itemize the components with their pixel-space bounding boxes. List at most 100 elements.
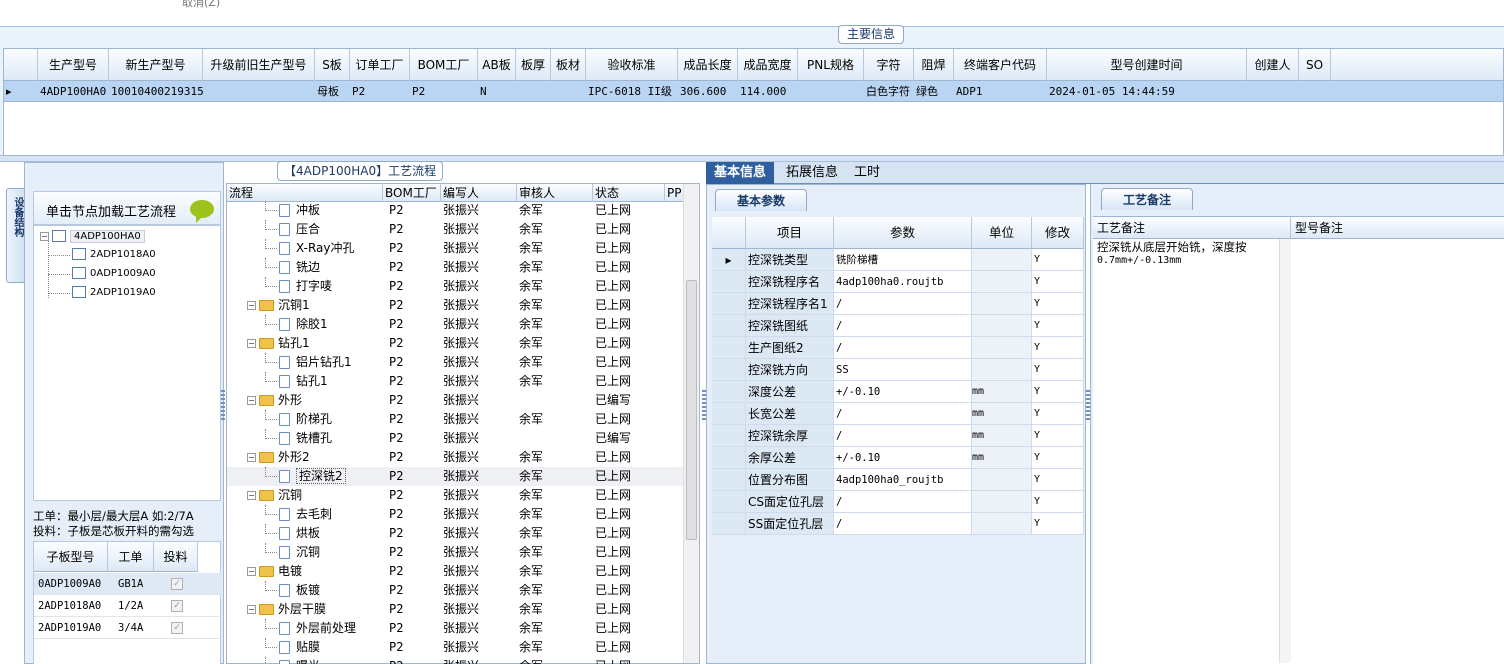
collapse-icon[interactable]: − <box>247 491 256 500</box>
param-modify-cell[interactable]: Y <box>1032 513 1084 535</box>
flow-col-header[interactable]: PP <box>665 184 685 202</box>
flow-row[interactable]: 烘板 P2 张振兴 余军 已上网 <box>227 524 685 543</box>
process-remark-cell[interactable]: 控深铣从底层开始铣，深度按 0.7mm+/-0.13mm <box>1093 239 1291 663</box>
flow-row[interactable]: − 外形2 P2 张振兴 余军 已上网 <box>227 448 685 467</box>
main-cell[interactable]: 4ADP100HA0 <box>38 81 109 102</box>
flow-col-header[interactable]: 编写人 <box>441 184 517 202</box>
main-cell[interactable]: 10010400219315 <box>109 81 203 102</box>
main-col-header[interactable]: 板厚 <box>516 49 551 81</box>
flow-row[interactable]: 铣槽孔 P2 张振兴 已编写 <box>227 429 685 448</box>
param-value-cell[interactable]: 4adp100ha0_roujtb <box>834 469 972 491</box>
flow-col-header[interactable]: 审核人 <box>517 184 593 202</box>
main-cell[interactable]: P2 <box>350 81 410 102</box>
process-remark-tab[interactable]: 工艺备注 <box>1101 188 1193 210</box>
param-modify-cell[interactable]: Y <box>1032 403 1084 425</box>
main-col-header[interactable]: 新生产型号 <box>109 49 203 81</box>
param-modify-cell[interactable]: Y <box>1032 491 1084 513</box>
device-structure-side-tab[interactable]: 设备结构 <box>6 188 26 283</box>
flow-row[interactable]: 曝光 P2 张振兴余军已上网 <box>227 657 685 664</box>
flow-row[interactable]: − 沉铜1 P2 张振兴 余军 已上网 <box>227 296 685 315</box>
flow-vertical-scrollbar[interactable] <box>683 184 699 663</box>
feed-checkbox[interactable]: ✓ <box>171 600 183 612</box>
main-col-header[interactable]: SO <box>1299 49 1331 81</box>
main-col-header[interactable]: 成品宽度 <box>738 49 798 81</box>
params-row[interactable]: 位置分布图 4adp100ha0_roujtb Y <box>712 469 1084 491</box>
main-col-header[interactable]: PNL规格 <box>798 49 864 81</box>
param-modify-cell[interactable]: Y <box>1032 293 1084 315</box>
main-col-header[interactable]: 验收标准 <box>586 49 678 81</box>
main-cell[interactable]: N <box>478 81 516 102</box>
main-col-header[interactable]: BOM工厂 <box>410 49 478 81</box>
param-value-cell[interactable]: / <box>834 315 972 337</box>
param-value-cell[interactable]: / <box>834 513 972 535</box>
param-modify-cell[interactable]: Y <box>1032 447 1084 469</box>
main-cell[interactable]: 306.600 <box>678 81 738 102</box>
params-row[interactable]: ▸ 控深铣类型 铣阶梯槽 Y <box>712 249 1084 271</box>
left-splitter-grip[interactable] <box>221 390 225 420</box>
main-col-header[interactable]: AB板 <box>478 49 516 81</box>
main-cell[interactable] <box>798 81 864 102</box>
collapse-icon[interactable]: − <box>247 453 256 462</box>
subgrid-row[interactable]: 2ADP1018A0 1/2A ✓ <box>34 595 222 617</box>
param-value-cell[interactable]: 4adp100ha0.roujtb <box>834 271 972 293</box>
collapse-icon[interactable]: − <box>40 231 49 241</box>
main-cell[interactable]: P2 <box>410 81 478 102</box>
param-modify-cell[interactable]: Y <box>1032 359 1084 381</box>
tree-child-node[interactable]: 2ADP1019A0 <box>72 284 156 302</box>
main-cell[interactable]: 2024-01-05 14:44:59 <box>1047 81 1247 102</box>
params-row[interactable]: 余厚公差 +/-0.10 mm Y <box>712 447 1084 469</box>
flow-row[interactable]: 铣边 P2 张振兴 余军 已上网 <box>227 258 685 277</box>
remark-scrollbar[interactable] <box>1279 239 1291 663</box>
main-cell[interactable]: ADP1 <box>954 81 1047 102</box>
subgrid-col-header[interactable]: 子板型号 <box>34 542 108 572</box>
main-col-header[interactable]: S板 <box>315 49 350 81</box>
flow-row[interactable]: 外层前处理 P2 张振兴 余军 已上网 <box>227 619 685 638</box>
main-col-header[interactable]: 型号创建时间 <box>1047 49 1247 81</box>
main-cell[interactable] <box>1299 81 1331 102</box>
cancel-menu-text[interactable]: 取消(Z) <box>182 0 220 10</box>
subgrid-col-header[interactable]: 投料 <box>154 542 198 572</box>
tree-child-node[interactable]: 2ADP1018A0 <box>72 246 156 264</box>
flow-row[interactable]: − 外形 P2 张振兴 已编写 <box>227 391 685 410</box>
flow-row[interactable]: − 电镀 P2 张振兴 余军 已上网 <box>227 562 685 581</box>
tree-child-node[interactable]: 0ADP1009A0 <box>72 265 156 283</box>
params-row[interactable]: CS面定位孔层 / Y <box>712 491 1084 513</box>
tree-root-node[interactable]: − 4ADP100HA0 <box>40 228 145 246</box>
param-value-cell[interactable]: / <box>834 403 972 425</box>
flow-row[interactable]: 冲板 P2 张振兴 余军 已上网 <box>227 201 685 220</box>
flow-row[interactable]: 钻孔1 P2 张振兴 余军 已上网 <box>227 372 685 391</box>
params-row[interactable]: 控深铣程序名1/ Y <box>712 293 1084 315</box>
flow-row[interactable]: 阶梯孔 P2 张振兴 余军 已上网 <box>227 410 685 429</box>
flow-col-header[interactable]: 状态 <box>593 184 665 202</box>
param-value-cell[interactable]: / <box>834 491 972 513</box>
param-modify-cell[interactable]: Y <box>1032 381 1084 403</box>
feed-checkbox[interactable]: ✓ <box>171 622 183 634</box>
collapse-icon[interactable]: − <box>247 396 256 405</box>
subgrid-row[interactable]: 2ADP1019A0 3/4A ✓ <box>34 617 222 639</box>
main-col-header[interactable]: 成品长度 <box>678 49 738 81</box>
params-row[interactable]: 控深铣程序名 4adp100ha0.roujtb Y <box>712 271 1084 293</box>
main-cell[interactable] <box>551 81 586 102</box>
params-col-header[interactable]: 项目 <box>746 217 834 249</box>
main-cell[interactable] <box>1247 81 1299 102</box>
main-cell[interactable]: 母板 <box>315 81 350 102</box>
flow-row[interactable]: 贴膜 P2 张振兴 余军 已上网 <box>227 638 685 657</box>
main-cell[interactable] <box>203 81 315 102</box>
right-tab[interactable]: 基本信息 <box>706 162 775 184</box>
flow-row[interactable]: − 沉铜 P2 张振兴 余军 已上网 <box>227 486 685 505</box>
right-tab[interactable]: 工时 <box>846 162 888 184</box>
main-cell[interactable] <box>516 81 551 102</box>
params-row[interactable]: 控深铣余厚 / mm Y <box>712 425 1084 447</box>
flow-row[interactable]: 沉铜 P2 张振兴 余军 已上网 <box>227 543 685 562</box>
collapse-icon[interactable]: − <box>247 605 256 614</box>
params-row[interactable]: SS面定位孔层 / Y <box>712 513 1084 535</box>
param-value-cell[interactable]: SS <box>834 359 972 381</box>
params-col-header[interactable]: 单位 <box>972 217 1032 249</box>
param-value-cell[interactable]: +/-0.10 <box>834 381 972 403</box>
params-col-header[interactable]: 修改 <box>1032 217 1084 249</box>
params-row[interactable]: 控深铣图纸 / Y <box>712 315 1084 337</box>
flow-col-header[interactable]: 流程 <box>227 184 383 202</box>
flow-col-header[interactable]: BOM工厂 <box>383 184 441 202</box>
basic-params-tab[interactable]: 基本参数 <box>715 189 807 211</box>
collapse-icon[interactable]: − <box>247 301 256 310</box>
